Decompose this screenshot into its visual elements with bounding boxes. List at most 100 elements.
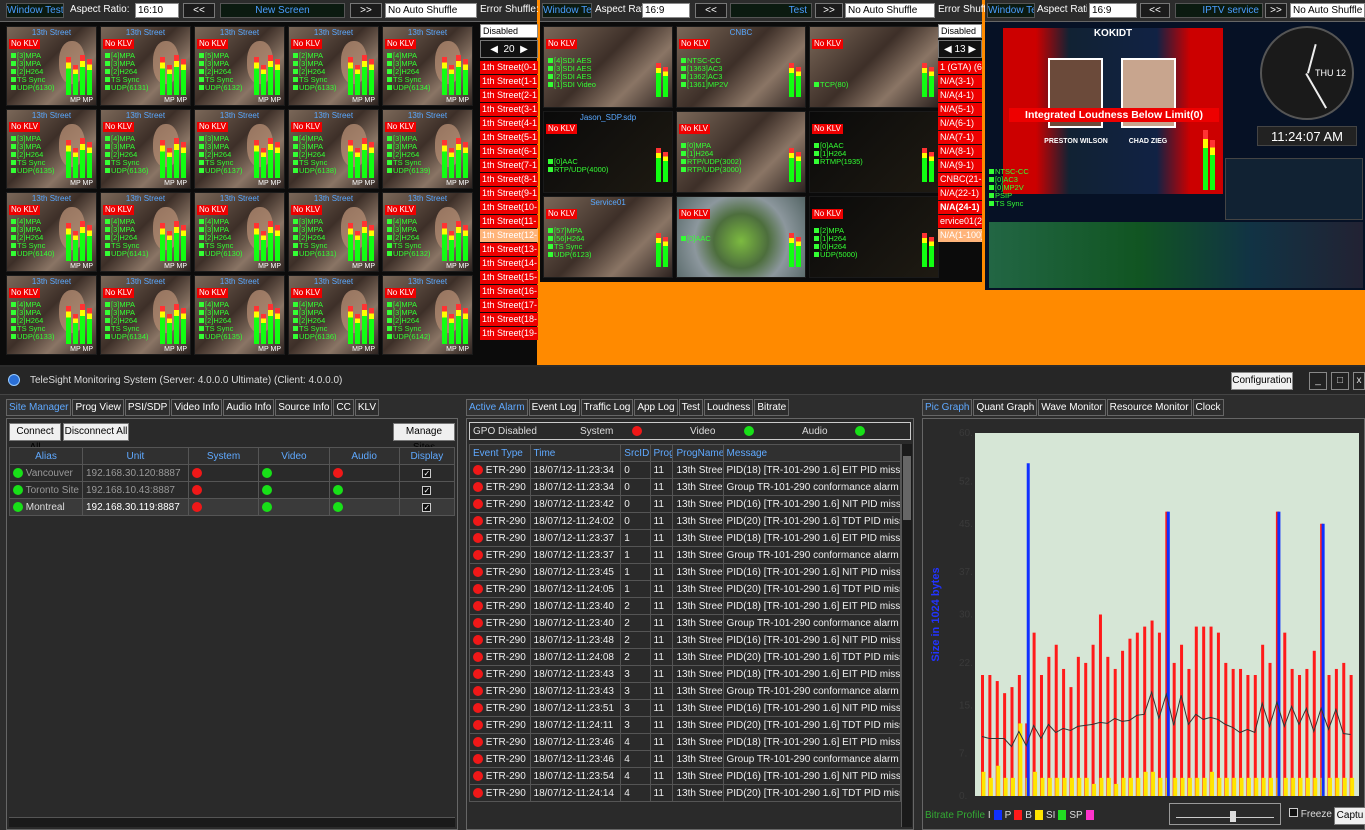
column-header[interactable]: System bbox=[187, 447, 260, 465]
vertical-scrollbar[interactable] bbox=[901, 444, 912, 827]
freeze-checkbox[interactable]: Freeze bbox=[1289, 808, 1332, 820]
scrollbar-thumb[interactable] bbox=[903, 456, 911, 520]
tab-active-alarm[interactable]: Active Alarm bbox=[466, 399, 528, 416]
service-list-item[interactable]: 1th Street(18- bbox=[480, 313, 538, 326]
service-list-item[interactable]: 1th Street(13- bbox=[480, 243, 538, 256]
tab-audio-info[interactable]: Audio Info bbox=[223, 399, 275, 416]
freeze-checkbox-box[interactable] bbox=[1289, 808, 1298, 817]
service-list-item[interactable]: N/A(3-1) bbox=[938, 75, 982, 88]
service-list-item[interactable]: 1th Street(0-1 bbox=[480, 61, 538, 74]
disconnect-all-button[interactable]: Disconnect All bbox=[63, 423, 129, 441]
video-tile[interactable]: 13th Street No KLV [4]MPA [3]MPA [2]H264 TS S… bbox=[382, 275, 473, 355]
aspect-ratio-select[interactable]: 16:10 bbox=[135, 3, 179, 18]
service-list-item[interactable]: 1th Street(6-1 bbox=[480, 145, 538, 158]
service-list-item[interactable]: N/A(9-1) bbox=[938, 159, 982, 172]
tab-event-log[interactable]: Event Log bbox=[528, 399, 580, 416]
video-tile[interactable]: 13th Street No KLV [2]MPA [3]MPA [2]H264 TS S… bbox=[288, 26, 379, 106]
column-header[interactable]: ProgName bbox=[672, 444, 724, 462]
tab-source-info[interactable]: Source Info bbox=[275, 399, 333, 416]
video-tile[interactable]: 13th Street No KLV [4]MPA [3]MPA [2]H264 TS S… bbox=[6, 192, 97, 272]
table-row[interactable]: ETR-290 18/07/12-11:23:37 1 11 13th Street Gr… bbox=[469, 546, 902, 564]
video-tile[interactable]: 13th Street No KLV [4]MPA [3]MPA [2]H264 TS S… bbox=[382, 192, 473, 272]
service-list-item[interactable]: 1th Street(12- bbox=[480, 229, 538, 242]
video-tile[interactable]: 13th Street No KLV [3]MPA [3]MPA [2]H264 TS S… bbox=[100, 275, 191, 355]
service-list-item[interactable]: N/A(5-1) bbox=[938, 103, 982, 116]
service-list-item[interactable]: 1th Street(19- bbox=[480, 327, 538, 340]
service-list-item[interactable]: N/A(8-1) bbox=[938, 145, 982, 158]
video-tile[interactable]: 13th Street No KLV [3]MPA [3]MPA [2]H264 TS S… bbox=[288, 192, 379, 272]
video-tile[interactable]: No KLV TCP(80) bbox=[809, 26, 939, 108]
tab-klv[interactable]: KLV bbox=[354, 399, 380, 416]
service-list-item[interactable]: ervice01(26-1 bbox=[938, 215, 982, 228]
video-tile[interactable]: No KLV [0]MPA [1]H264 RTP/UDP(3002) RTP/UDP(… bbox=[676, 111, 806, 193]
next-screen-button[interactable]: >> bbox=[350, 3, 382, 18]
video-tile[interactable]: 13th Street No KLV [4]MPA [3]MPA [2]H264 TS S… bbox=[288, 275, 379, 355]
column-header[interactable]: Message bbox=[722, 444, 902, 462]
table-row[interactable]: ETR-290 18/07/12-11:24:14 4 11 13th Street PI… bbox=[469, 784, 902, 802]
table-row[interactable]: Montreal 192.168.30.119:8887 ✓ bbox=[9, 498, 456, 516]
service-list-item[interactable]: N/A(24-1) bbox=[938, 201, 982, 214]
service-list-item[interactable]: 1th Street(2-1 bbox=[480, 89, 538, 102]
service-list-item[interactable]: 1 (GTA) (640) bbox=[938, 61, 982, 74]
service-list-item[interactable]: 1th Street(3-1 bbox=[480, 103, 538, 116]
service-list-item[interactable]: 1th Street(8-1 bbox=[480, 173, 538, 186]
table-row[interactable]: ETR-290 18/07/12-11:23:45 1 11 13th Street PI… bbox=[469, 563, 902, 581]
zoom-slider[interactable] bbox=[1169, 803, 1281, 825]
video-tile[interactable]: 13th Street No KLV [4]MPA [3]MPA [2]H264 TS S… bbox=[100, 26, 191, 106]
video-tile[interactable]: CNBC No KLV NTSC-CC [1363]AC3 [1362]AC3 [1361… bbox=[676, 26, 806, 108]
maximize-icon[interactable]: □ bbox=[1331, 372, 1349, 390]
table-row[interactable]: ETR-290 18/07/12-11:23:42 0 11 13th Street PI… bbox=[469, 495, 902, 513]
prev-screen-button[interactable]: << bbox=[1140, 3, 1170, 18]
error-shuffle-select[interactable]: Disabled bbox=[938, 24, 982, 38]
table-row[interactable]: ETR-290 18/07/12-11:23:46 4 11 13th Street PI… bbox=[469, 733, 902, 751]
table-row[interactable]: Toronto Site 192.168.10.43:8887 ✓ bbox=[9, 481, 456, 499]
video-tile[interactable]: 13th Street No KLV [4]MPA [3]MPA [2]H264 TS S… bbox=[194, 192, 285, 272]
service-list-item[interactable]: N/A(6-1) bbox=[938, 117, 982, 130]
service-list-item[interactable]: 1th Street(10- bbox=[480, 201, 538, 214]
table-row[interactable]: ETR-290 18/07/12-11:23:34 0 11 13th Street Gr… bbox=[469, 478, 902, 496]
column-header[interactable]: Event Type bbox=[469, 444, 531, 462]
table-row[interactable]: ETR-290 18/07/12-11:23:34 0 11 13th Street PI… bbox=[469, 461, 902, 479]
service-list-item[interactable]: N/A(22-1) bbox=[938, 187, 982, 200]
aspect-ratio-select[interactable]: 16:9 bbox=[1089, 3, 1137, 18]
service-list-item[interactable]: 1th Street(16- bbox=[480, 285, 538, 298]
manage-sites-button[interactable]: Manage Sites bbox=[393, 423, 455, 453]
table-row[interactable]: ETR-290 18/07/12-11:24:02 0 11 13th Street PI… bbox=[469, 512, 902, 530]
video-tile[interactable]: 13th Street No KLV [4]MPA [3]MPA [2]H264 TS S… bbox=[288, 109, 379, 189]
table-row[interactable]: ETR-290 18/07/12-11:23:40 2 11 13th Street PI… bbox=[469, 597, 902, 615]
video-tile[interactable]: No KLV [0]AAC [1]H264 RTMP(1935) bbox=[809, 111, 939, 193]
column-header[interactable]: Unit bbox=[81, 447, 189, 465]
tab-cc[interactable]: CC bbox=[333, 399, 354, 416]
capture-button[interactable]: Captu bbox=[1334, 807, 1365, 825]
service-list-item[interactable]: 1th Street(7-1 bbox=[480, 159, 538, 172]
prev-screen-button[interactable]: << bbox=[695, 3, 727, 18]
table-row[interactable]: Vancouver 192.168.30.120:8887 ✓ bbox=[9, 464, 456, 482]
connect-all-button[interactable]: Connect All bbox=[9, 423, 61, 453]
display-checkbox[interactable]: ✓ bbox=[422, 485, 432, 495]
column-header[interactable]: Audio bbox=[328, 447, 400, 465]
video-tile[interactable]: 13th Street No KLV [3]MPA [3]MPA [2]H264 TS S… bbox=[194, 109, 285, 189]
auto-shuffle-select[interactable]: No Auto Shuffle bbox=[845, 3, 935, 18]
service-list-item[interactable]: N/A(1-100) bbox=[938, 229, 982, 242]
table-row[interactable]: ETR-290 18/07/12-11:24:11 3 11 13th Street PI… bbox=[469, 716, 902, 734]
minimize-icon[interactable]: _ bbox=[1309, 372, 1327, 390]
next-screen-button[interactable]: >> bbox=[815, 3, 843, 18]
error-shuffle-select[interactable]: Disabled bbox=[480, 24, 538, 38]
auto-shuffle-select[interactable]: No Auto Shuffle bbox=[385, 3, 477, 18]
video-tile[interactable]: 13th Street No KLV [4]MPA [3]MPA [2]H264 TS S… bbox=[194, 275, 285, 355]
horizontal-scrollbar[interactable] bbox=[9, 817, 455, 827]
table-row[interactable]: ETR-290 18/07/12-11:23:51 3 11 13th Street PI… bbox=[469, 699, 902, 717]
column-header[interactable]: ProgI bbox=[649, 444, 674, 462]
service-list-item[interactable]: CNBC(21-51) bbox=[938, 173, 982, 186]
tab-test[interactable]: Test bbox=[678, 399, 703, 416]
video-tile[interactable]: No KLV [2]MPA [1]H264 [0]H264 UDP(5000) bbox=[809, 196, 939, 278]
column-header[interactable]: Alias bbox=[9, 447, 83, 465]
tab-prog-view[interactable]: Prog View bbox=[72, 399, 124, 416]
tab-resource-monitor[interactable]: Resource Monitor bbox=[1106, 399, 1192, 416]
video-tile[interactable]: 13th Street No KLV [5]MPA [3]MPA [2]H264 TS S… bbox=[194, 26, 285, 106]
tab-loudness[interactable]: Loudness bbox=[703, 399, 754, 416]
table-row[interactable]: ETR-290 18/07/12-11:23:40 2 11 13th Street Gr… bbox=[469, 614, 902, 632]
column-header[interactable]: Video bbox=[258, 447, 330, 465]
tab-wave-monitor[interactable]: Wave Monitor bbox=[1038, 399, 1106, 416]
tab-app-log[interactable]: App Log bbox=[634, 399, 678, 416]
